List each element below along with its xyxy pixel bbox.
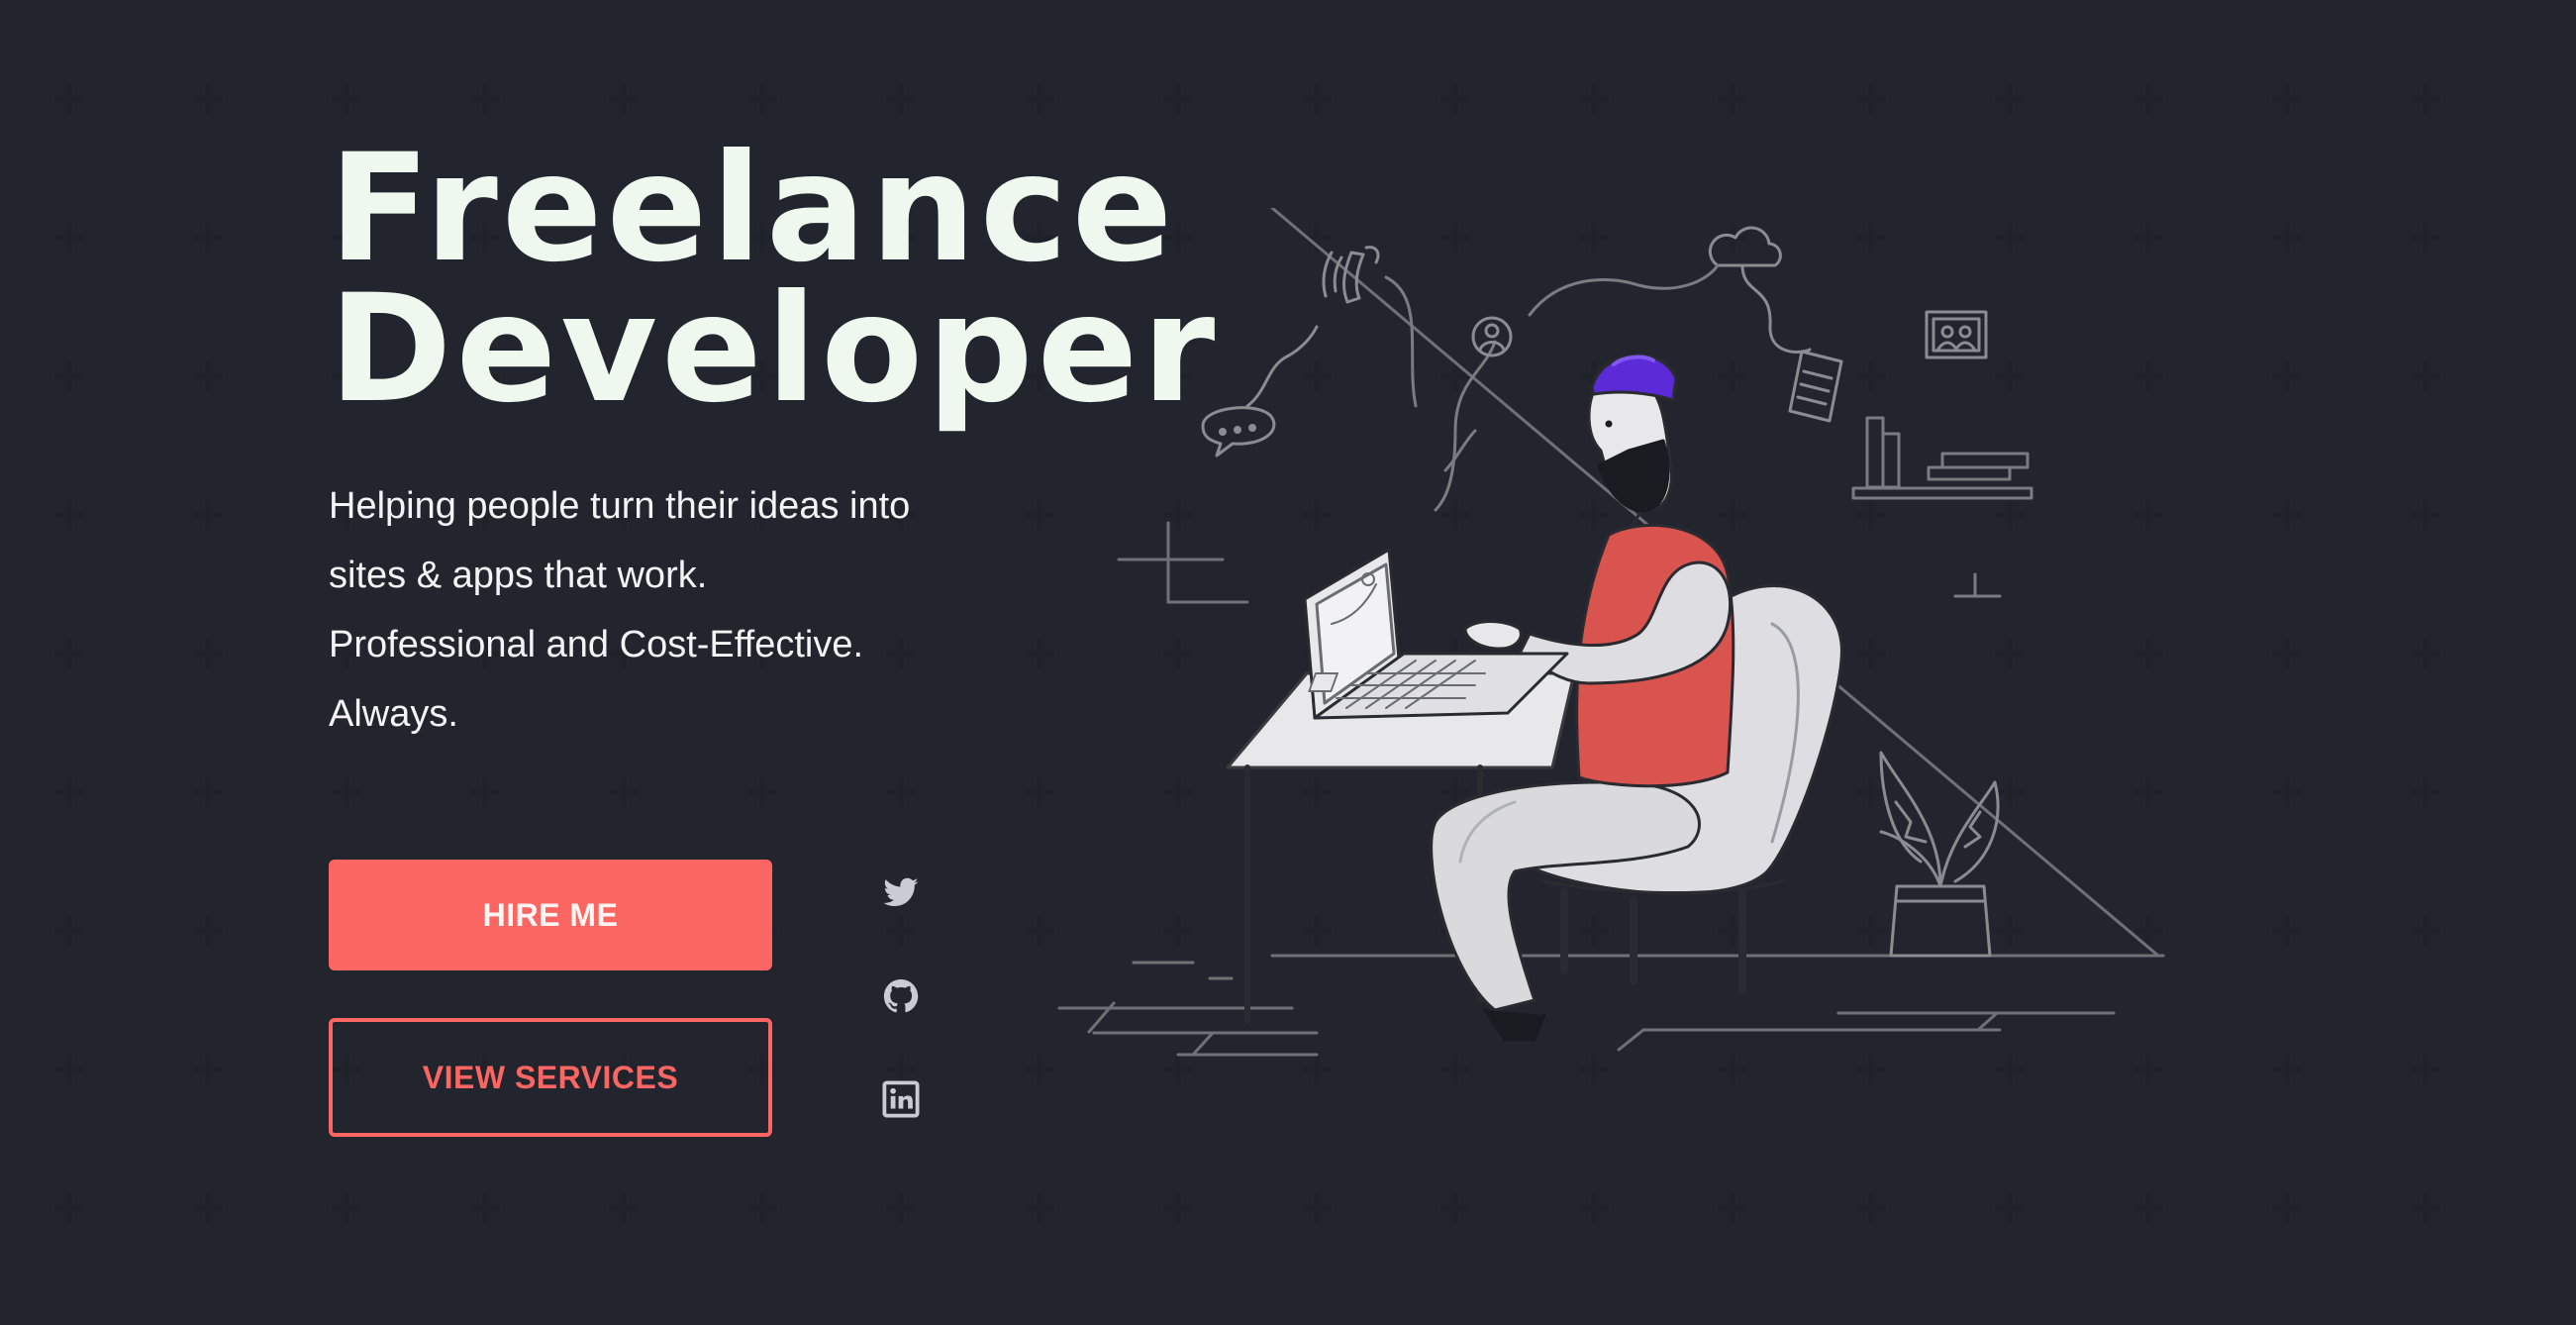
plant xyxy=(1879,751,2000,958)
linkedin-link[interactable] xyxy=(881,1079,921,1119)
twitter-link[interactable] xyxy=(881,873,921,913)
tagline-line-3: Professional and Cost-Effective. xyxy=(329,624,864,665)
github-link[interactable] xyxy=(881,976,921,1016)
hero-text: Freelance Developer Helping people turn … xyxy=(329,123,1220,749)
tagline: Helping people turn their ideas into sit… xyxy=(329,471,1101,749)
cloud-sketch xyxy=(1708,226,1812,354)
page-title: Freelance Developer xyxy=(329,123,1220,436)
title-line-2: Developer xyxy=(329,263,1220,436)
tagline-line-2: sites & apps that work. xyxy=(329,555,708,596)
wall-shelf-left xyxy=(1117,521,1249,604)
wall-shelf-right xyxy=(1851,416,2033,598)
linkedin-icon xyxy=(882,1080,920,1118)
title-line-1: Freelance xyxy=(329,123,1177,295)
twitter-icon xyxy=(883,877,919,906)
tagline-line-1: Helping people turn their ideas into xyxy=(329,485,911,527)
laptop xyxy=(1303,548,1569,720)
github-icon xyxy=(883,979,919,1013)
developer-illustration xyxy=(1057,208,2165,1057)
picture-frame xyxy=(1925,310,1988,359)
hire-me-button[interactable]: HIRE ME xyxy=(329,860,772,970)
tagline-line-4: Always. xyxy=(329,693,458,735)
chat-bubble-sketch xyxy=(1201,325,1319,458)
view-services-button[interactable]: VIEW SERVICES xyxy=(329,1018,772,1137)
document-sketch xyxy=(1788,350,1843,423)
